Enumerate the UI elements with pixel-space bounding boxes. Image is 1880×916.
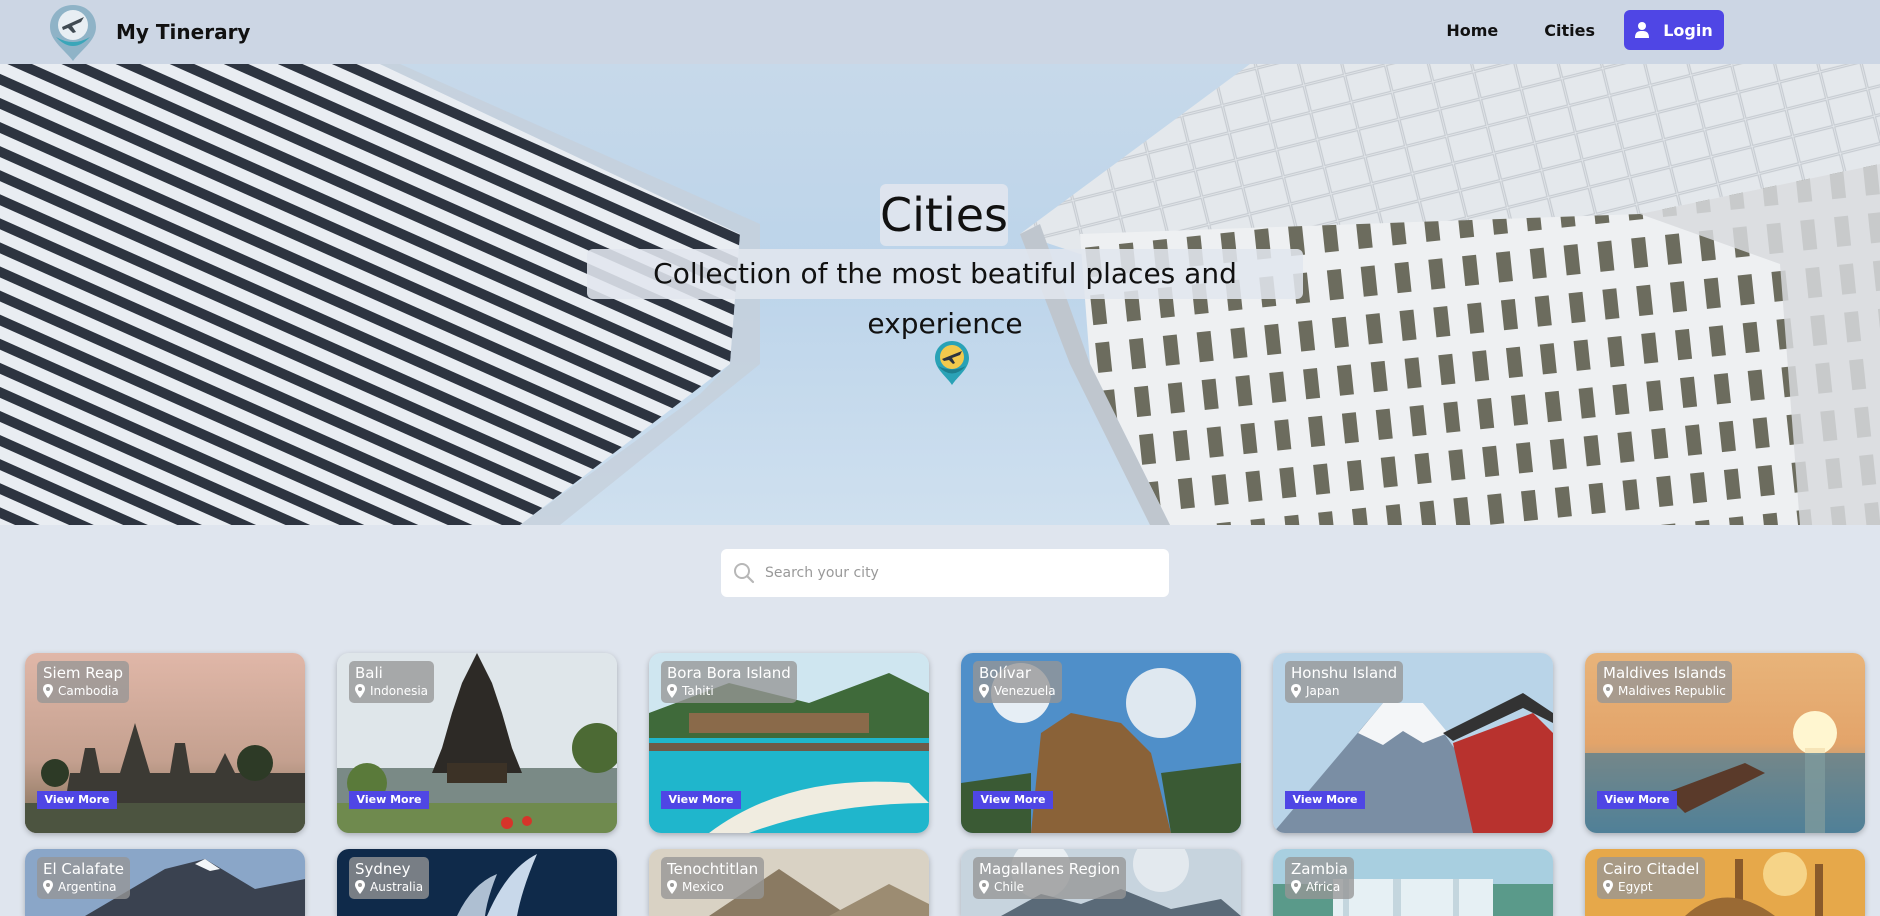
city-label: Siem Reap Cambodia xyxy=(37,661,129,703)
city-label: Bora Bora Island Tahiti xyxy=(661,661,797,703)
location-pin-icon xyxy=(667,880,677,894)
location-pin-icon xyxy=(43,684,53,698)
city-label: Honshu Island Japan xyxy=(1285,661,1404,703)
location-pin-icon xyxy=(1291,880,1301,894)
hero-title: Cities xyxy=(880,184,1008,246)
location-pin-icon xyxy=(979,880,989,894)
city-label: Magallanes Region Chile xyxy=(973,857,1127,899)
location-pin-icon xyxy=(667,684,677,698)
view-more-button[interactable]: View More xyxy=(661,791,741,809)
city-card-honshu[interactable]: Honshu Island Japan View More xyxy=(1273,653,1553,833)
country-name: Japan xyxy=(1306,684,1340,698)
country: Indonesia xyxy=(355,683,428,699)
view-more-button[interactable]: View More xyxy=(1597,791,1677,809)
view-more-button[interactable]: View More xyxy=(37,791,117,809)
city-name: Bora Bora Island xyxy=(667,664,791,682)
location-pin-icon xyxy=(43,880,53,894)
city-name: Zambia xyxy=(1291,860,1348,878)
user-icon xyxy=(1635,22,1650,38)
country-name: Egypt xyxy=(1618,880,1653,894)
login-button[interactable]: Login xyxy=(1624,10,1724,50)
country: Maldives Republic xyxy=(1603,683,1726,699)
brand-name: My Tinerary xyxy=(116,20,251,44)
brand[interactable]: My Tinerary xyxy=(48,0,250,64)
country-name: Venezuela xyxy=(994,684,1056,698)
location-pin-icon xyxy=(979,684,989,698)
city-name: Bali xyxy=(355,664,383,682)
country-name: Mexico xyxy=(682,880,724,894)
country: Mexico xyxy=(667,879,758,895)
country: Venezuela xyxy=(979,683,1056,699)
city-name: El Calafate xyxy=(43,860,125,878)
city-card-bora-bora[interactable]: Bora Bora Island Tahiti View More xyxy=(649,653,929,833)
hero-subtitle: Collection of the most beatiful places a… xyxy=(587,249,1303,340)
location-pin-icon xyxy=(1291,684,1301,698)
city-name: Magallanes Region xyxy=(979,860,1121,878)
nav-links: Home Cities Login xyxy=(1446,10,1724,50)
city-card-cairo[interactable]: Cairo Citadel Egypt xyxy=(1585,849,1865,916)
country: Egypt xyxy=(1603,879,1699,895)
country: Cambodia xyxy=(43,683,123,699)
country-name: Cambodia xyxy=(58,684,119,698)
country-name: Africa xyxy=(1306,880,1341,894)
search-icon xyxy=(734,563,755,584)
city-label: Zambia Africa xyxy=(1285,857,1354,899)
city-card-siem-reap[interactable]: Siem Reap Cambodia View More xyxy=(25,653,305,833)
city-card-zambia[interactable]: Zambia Africa xyxy=(1273,849,1553,916)
country: Tahiti xyxy=(667,683,791,699)
travel-pin-icon xyxy=(935,341,969,385)
country: Chile xyxy=(979,879,1120,895)
location-pin-icon xyxy=(355,880,365,894)
country-name: Tahiti xyxy=(682,684,714,698)
city-label: Bolívar Venezuela xyxy=(973,661,1062,703)
hero-banner: Cities Collection of the most beatiful p… xyxy=(0,64,1880,525)
city-label: Maldives Islands Maldives Republic xyxy=(1597,661,1733,703)
search-input[interactable] xyxy=(765,565,1145,581)
city-name: Tenochtitlan xyxy=(667,860,759,878)
country: Japan xyxy=(1291,683,1397,699)
city-card-magallanes[interactable]: Magallanes Region Chile xyxy=(961,849,1241,916)
city-label: Bali Indonesia xyxy=(349,661,435,703)
city-card-bali[interactable]: Bali Indonesia View More xyxy=(337,653,617,833)
search-bar[interactable] xyxy=(721,549,1169,597)
city-card-sydney[interactable]: Sydney Australia xyxy=(337,849,617,916)
location-pin-icon xyxy=(1603,880,1613,894)
city-name: Sydney xyxy=(355,860,411,878)
city-card-tenochtitlan[interactable]: Tenochtitlan Mexico xyxy=(649,849,929,916)
location-pin-icon xyxy=(355,684,365,698)
city-card-el-calafate[interactable]: El Calafate Argentina xyxy=(25,849,305,916)
country-name: Australia xyxy=(370,880,424,894)
nav-cities-link[interactable]: Cities xyxy=(1544,21,1595,40)
country-name: Argentina xyxy=(58,880,117,894)
city-name: Bolívar xyxy=(979,664,1032,682)
city-name: Siem Reap xyxy=(43,664,123,682)
login-label: Login xyxy=(1663,20,1713,40)
city-label: Tenochtitlan Mexico xyxy=(661,857,765,899)
country-name: Maldives Republic xyxy=(1618,684,1726,698)
navbar: My Tinerary Home Cities Login xyxy=(0,0,1880,64)
city-label: Sydney Australia xyxy=(349,857,430,899)
location-pin-icon xyxy=(1603,684,1613,698)
view-more-button[interactable]: View More xyxy=(349,791,429,809)
country-name: Indonesia xyxy=(370,684,429,698)
logo-pin-icon xyxy=(50,5,96,61)
city-name: Cairo Citadel xyxy=(1603,860,1700,878)
country: Africa xyxy=(1291,879,1348,895)
city-name: Honshu Island xyxy=(1291,664,1398,682)
city-card-bolivar[interactable]: Bolívar Venezuela View More xyxy=(961,653,1241,833)
city-card-maldives[interactable]: Maldives Islands Maldives Republic View … xyxy=(1585,653,1865,833)
view-more-button[interactable]: View More xyxy=(1285,791,1365,809)
country: Argentina xyxy=(43,879,124,895)
city-label: Cairo Citadel Egypt xyxy=(1597,857,1706,899)
country: Australia xyxy=(355,879,423,895)
view-more-button[interactable]: View More xyxy=(973,791,1053,809)
nav-home-link[interactable]: Home xyxy=(1446,21,1498,40)
country-name: Chile xyxy=(994,880,1025,894)
city-name: Maldives Islands xyxy=(1603,664,1727,682)
city-label: El Calafate Argentina xyxy=(37,857,131,899)
